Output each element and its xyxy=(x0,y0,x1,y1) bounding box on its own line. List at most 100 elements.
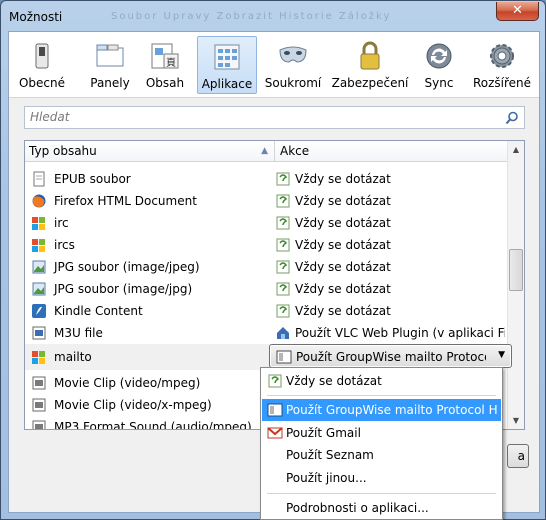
plugin-icon xyxy=(277,327,289,339)
menu-item-label: Použít jinou... xyxy=(286,471,367,485)
content-type-name: M3U file xyxy=(54,326,103,340)
menu-item-app-details[interactable]: Podrobnosti o aplikaci... xyxy=(262,497,501,519)
menu-item-other[interactable]: Použít jinou... xyxy=(262,467,501,489)
tab-sync[interactable]: Sync xyxy=(417,36,461,94)
firefox-icon xyxy=(32,194,46,208)
switch-icon xyxy=(35,43,49,69)
ask-icon xyxy=(276,238,290,252)
tab-label: Aplikace xyxy=(201,77,253,91)
scroll-down-icon[interactable]: ▼ xyxy=(508,412,524,429)
tab-content[interactable]: 頁 Obsah xyxy=(142,36,188,94)
svg-text:頁: 頁 xyxy=(166,57,176,69)
search-box[interactable] xyxy=(24,106,525,129)
action-value: Vždy se dotázat xyxy=(295,216,391,230)
action-value: Vždy se dotázat xyxy=(295,282,391,296)
menu-separator xyxy=(267,395,496,396)
applications-icon xyxy=(214,44,240,70)
close-icon: ✕ xyxy=(512,3,523,18)
tab-applications[interactable]: Aplikace xyxy=(197,36,257,94)
menu-item-label: Vždy se dotázat xyxy=(286,374,382,388)
content-type-name: mailto xyxy=(54,350,92,364)
content-icon: 頁 xyxy=(151,43,179,69)
padlock-icon xyxy=(360,41,380,70)
action-value: Vždy se dotázat xyxy=(295,194,391,208)
menu-item-label: Podrobnosti o aplikaci... xyxy=(286,501,429,515)
content-type-name: Firefox HTML Document xyxy=(54,194,197,208)
tab-security[interactable]: Zabezpečení xyxy=(331,36,409,94)
search-input[interactable] xyxy=(30,110,490,124)
tab-label: Rozšířené xyxy=(472,76,532,90)
audio-file-icon xyxy=(32,420,46,429)
file-icon xyxy=(33,171,45,187)
action-value: Vždy se dotázat xyxy=(295,238,391,252)
windows-app-icon xyxy=(32,217,45,230)
ask-icon xyxy=(276,194,290,208)
ask-icon xyxy=(276,282,290,296)
search-icon[interactable] xyxy=(505,111,519,125)
action-value: Vždy se dotázat xyxy=(295,260,391,274)
tab-label: Obsah xyxy=(145,76,185,90)
content-type-name: irc xyxy=(54,216,69,230)
image-file-icon xyxy=(32,282,46,296)
tab-label: Soukromí xyxy=(264,76,322,90)
close-button[interactable]: ✕ xyxy=(496,2,539,21)
action-value: Vždy se dotázat xyxy=(295,304,391,318)
content-type-name: Movie Clip (video/x-mpeg) xyxy=(54,398,212,412)
ask-icon xyxy=(276,260,290,274)
menu-item-always-ask[interactable]: Vždy se dotázat xyxy=(262,370,501,392)
video-file-icon xyxy=(32,376,46,390)
action-value: Vždy se dotázat xyxy=(295,172,391,186)
groupwise-icon xyxy=(276,350,292,364)
menu-item-label: Použít Gmail xyxy=(286,426,361,440)
playlist-file-icon xyxy=(32,326,46,340)
tab-label: Panely xyxy=(90,76,130,90)
windows-app-icon xyxy=(32,239,45,252)
groupwise-icon xyxy=(267,403,283,417)
action-select[interactable]: Použít GroupWise mailto Protocol Handler… xyxy=(269,344,512,368)
action-dropdown-menu: Vždy se dotázat Použít GroupWise mailto … xyxy=(260,367,503,520)
ask-icon xyxy=(276,172,290,186)
scrollbar-thumb[interactable] xyxy=(509,249,523,291)
list-row[interactable]: M3U file Použít VLC Web Plugin (v aplika… xyxy=(25,322,508,344)
menu-item-label: Použít GroupWise mailto Protocol Handler xyxy=(286,403,498,417)
image-file-icon xyxy=(32,260,46,274)
menu-item-seznam[interactable]: Použít Seznam xyxy=(262,444,501,466)
gmail-icon xyxy=(267,427,283,439)
list-row[interactable]: Firefox HTML Document Vždy se dotázat xyxy=(25,190,508,212)
kindle-icon xyxy=(32,304,46,318)
content-type-name: ircs xyxy=(54,238,75,252)
list-row[interactable]: JPG soubor (image/jpg) Vždy se dotázat xyxy=(25,278,508,300)
title-bar[interactable]: Možnosti Soubor Úpravy Zobrazit Historie… xyxy=(1,1,545,31)
list-row[interactable]: ircs Vždy se dotázat xyxy=(25,234,508,256)
list-row[interactable]: irc Vždy se dotázat xyxy=(25,212,508,234)
content-type-name: MP3 Format Sound (audio/mpeg) xyxy=(54,420,252,430)
chevron-down-icon[interactable]: ▼ xyxy=(498,350,505,360)
menu-item-groupwise[interactable]: Použít GroupWise mailto Protocol Handler xyxy=(262,399,501,421)
tabs-icon xyxy=(96,44,124,67)
content-type-name: Movie Clip (video/mpeg) xyxy=(54,376,201,390)
ok-button[interactable]: a xyxy=(507,444,529,468)
action-value: Použít VLC Web Plugin (v aplikaci Firefo… xyxy=(295,326,505,340)
menu-item-label: Použít Seznam xyxy=(286,448,374,462)
video-file-icon xyxy=(32,398,46,412)
ask-icon xyxy=(276,304,290,318)
tab-privacy[interactable]: Soukromí xyxy=(263,36,323,94)
menu-separator xyxy=(267,493,496,494)
tab-label: Sync xyxy=(424,76,454,90)
tab-label: Obecné xyxy=(18,76,66,90)
list-row[interactable]: Kindle Content Vždy se dotázat xyxy=(25,300,508,322)
background-window-menu: Soubor Úpravy Zobrazit Historie Záložky xyxy=(111,11,391,21)
mask-icon xyxy=(279,46,307,63)
scroll-up-icon[interactable]: ▲ xyxy=(508,141,524,158)
sync-icon xyxy=(426,43,452,69)
tab-general[interactable]: Obecné xyxy=(17,36,67,94)
menu-item-gmail[interactable]: Použít Gmail xyxy=(262,422,501,444)
tab-tabs[interactable]: Panely xyxy=(85,36,135,94)
content-type-name: JPG soubor (image/jpeg) xyxy=(54,260,200,274)
tab-advanced[interactable]: Rozšířené xyxy=(471,36,533,94)
vertical-scrollbar[interactable]: ▲ ▼ xyxy=(507,141,524,429)
list-row[interactable]: JPG soubor (image/jpeg) Vždy se dotázat xyxy=(25,256,508,278)
button-label: a xyxy=(517,449,525,463)
list-row[interactable]: EPUB soubor Vždy se dotázat xyxy=(25,168,508,190)
ask-icon xyxy=(276,216,290,230)
